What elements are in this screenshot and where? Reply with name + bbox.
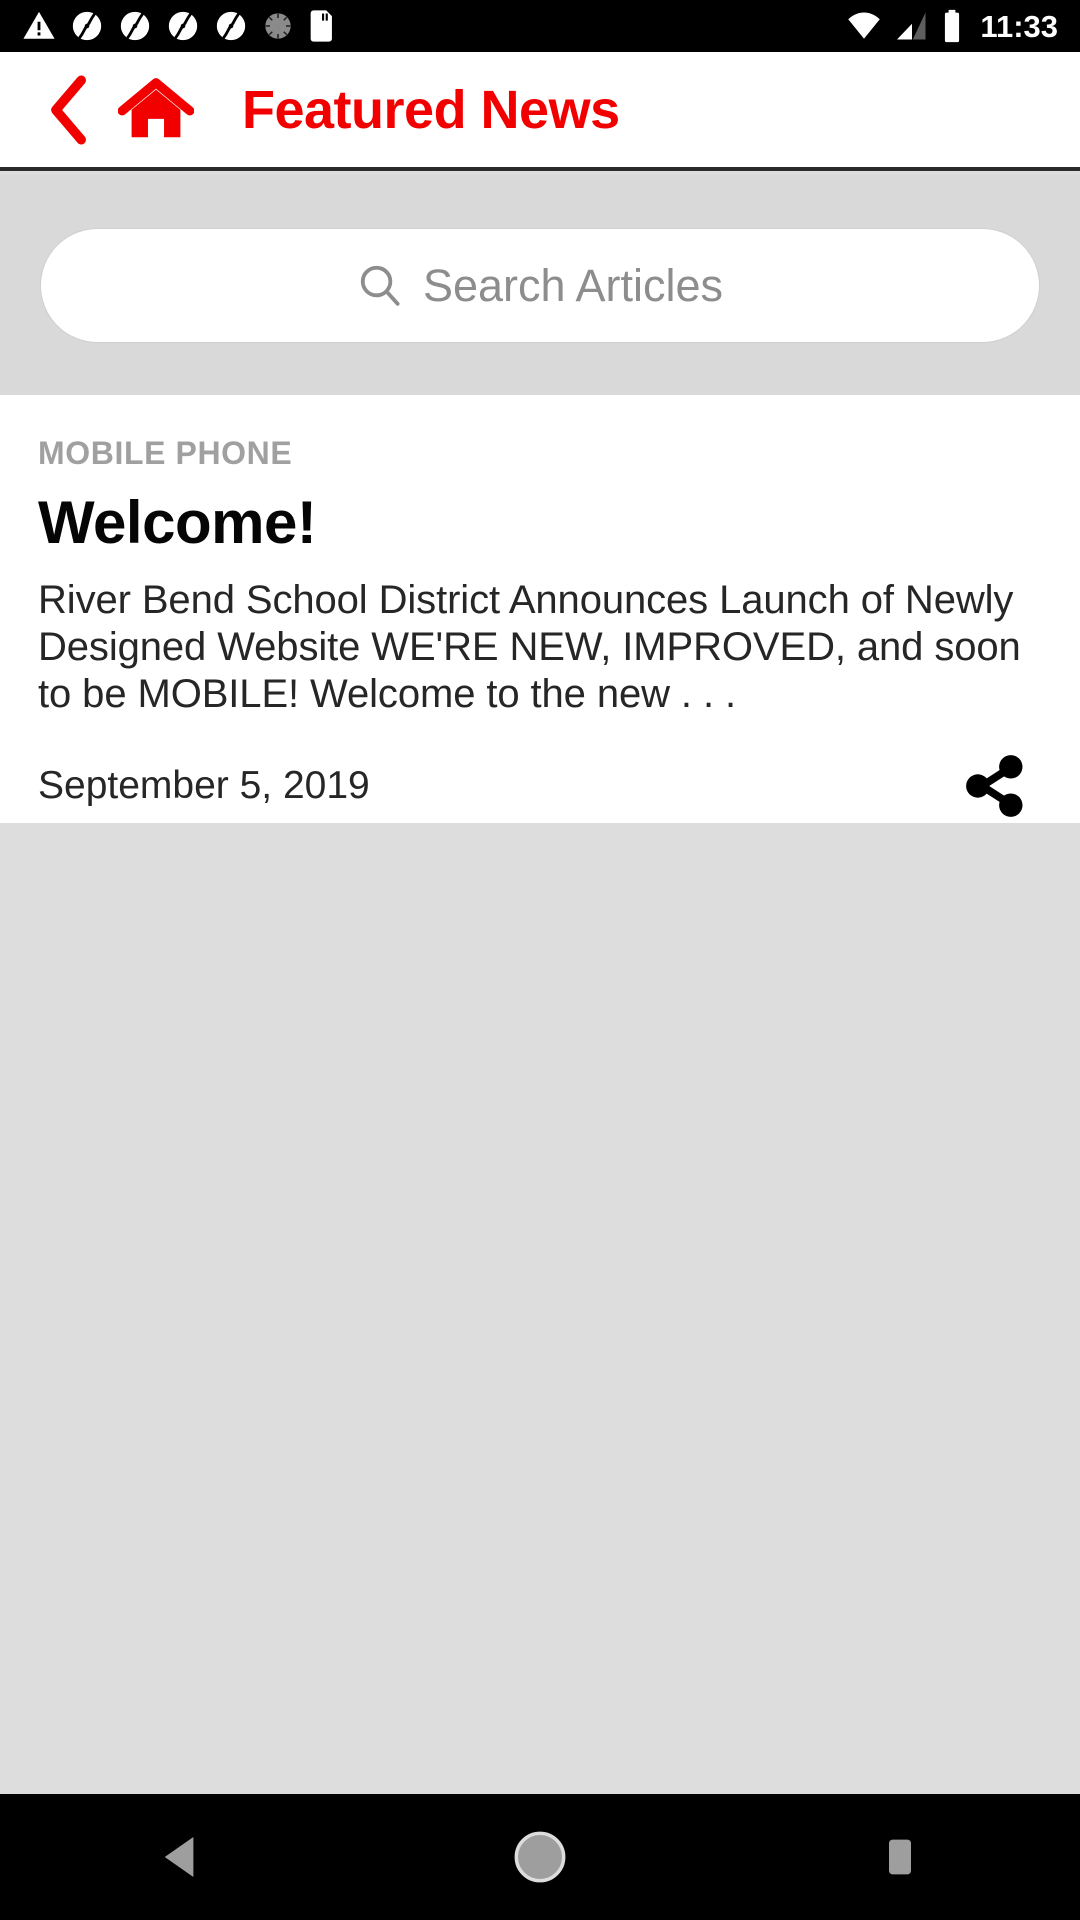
- chevron-left-icon: [51, 75, 86, 144]
- page-title: Featured News: [242, 79, 620, 140]
- sync-icon: [216, 11, 246, 41]
- back-button[interactable]: [0, 1794, 360, 1920]
- android-navigation-bar: [0, 1794, 1080, 1920]
- share-icon: [966, 755, 1023, 817]
- app-header: Featured News: [0, 52, 1080, 171]
- recents-button[interactable]: [720, 1794, 1080, 1920]
- sd-card-icon: [310, 10, 332, 42]
- app-root: 11:33 Featured News Search Articles MOBI…: [0, 0, 1080, 1920]
- home-button[interactable]: [118, 77, 194, 143]
- sync-disabled-icon: [265, 13, 291, 39]
- article-category: MOBILE PHONE: [38, 435, 293, 471]
- article-card[interactable]: MOBILE PHONE Welcome! River Bend School …: [0, 395, 1080, 823]
- battery-full-icon: [945, 9, 960, 43]
- status-bar: 11:33: [0, 0, 1080, 52]
- triangle-left-icon: [164, 1836, 194, 1878]
- search-section: Search Articles: [0, 175, 1080, 395]
- back-button[interactable]: [48, 75, 90, 145]
- status-bar-right-icons: 11:33: [846, 9, 1058, 43]
- sync-icon: [120, 11, 150, 41]
- square-icon: [889, 1839, 911, 1875]
- wifi-icon: [848, 12, 881, 39]
- sync-icon: [72, 11, 102, 41]
- warning-triangle-icon: [23, 11, 55, 39]
- share-button[interactable]: [958, 750, 1030, 822]
- search-icon: [360, 265, 400, 306]
- circle-icon: [514, 1831, 566, 1883]
- cellular-signal-icon: [897, 12, 926, 40]
- article-headline: Welcome!: [38, 489, 317, 556]
- home-button[interactable]: [360, 1794, 720, 1920]
- home-icon: [118, 77, 194, 137]
- status-bar-left-icons: [22, 9, 336, 43]
- empty-content-area: [0, 823, 1080, 1794]
- article-footer: September 5, 2019: [38, 750, 1042, 822]
- status-bar-clock: 11:33: [980, 8, 1058, 44]
- sync-icon: [168, 11, 198, 41]
- article-summary: River Bend School District Announces Lau…: [38, 578, 1021, 716]
- search-placeholder: Search Articles: [422, 259, 724, 311]
- search-input[interactable]: Search Articles: [40, 227, 1040, 343]
- article-date: September 5, 2019: [38, 764, 370, 807]
